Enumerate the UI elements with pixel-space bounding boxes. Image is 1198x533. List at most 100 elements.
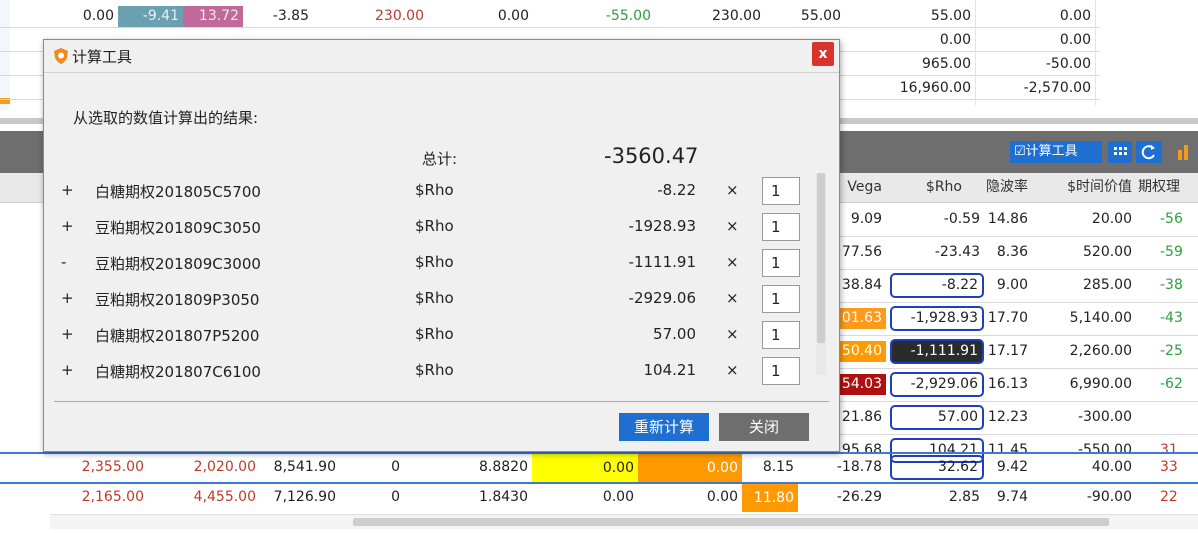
item-sign: - — [61, 253, 67, 271]
vega-cell: 9.09 — [850, 211, 882, 227]
iv-cell: 14.86 — [987, 211, 1028, 227]
iv-cell: 9.42 — [996, 459, 1028, 475]
th-cell: 22 — [1160, 489, 1178, 505]
table-row[interactable]: 54.03 -2,929.06 16.13 6,990.00 -62 — [838, 368, 1198, 401]
column-header-theoretical[interactable]: 期权理 — [1136, 173, 1198, 202]
list-scrollbar[interactable] — [816, 173, 826, 375]
top-cell: 13.72 — [183, 6, 243, 27]
tv-cell: 40.00 — [1091, 459, 1132, 475]
top-cell: -9.41 — [118, 6, 183, 27]
refresh-icon[interactable] — [1136, 141, 1162, 163]
item-name: 豆粕期权201809C3050 — [95, 219, 261, 237]
multiplier-input[interactable]: 1 — [762, 249, 800, 277]
rho-cell: 2.85 — [948, 489, 980, 505]
item-value: -2929.06 — [628, 289, 696, 307]
table-row[interactable]: 38.84 -8.22 9.00 285.00 -38 — [838, 269, 1198, 302]
iv-cell: 16.13 — [987, 376, 1028, 392]
top-cell: 16,960.00 — [899, 80, 971, 96]
item-value: 57.00 — [653, 325, 696, 343]
table-row[interactable]: 77.56 -23.43 8.36 520.00 -59 — [838, 236, 1198, 269]
cell: 2,165.00 — [81, 489, 144, 505]
item-field: $Rho — [415, 253, 454, 271]
vega-cell: -26.29 — [836, 489, 882, 505]
list-item: - 豆粕期权201809C3000 $Rho -1111.91 × 1 — [44, 245, 824, 281]
iv-cell: 8.36 — [996, 244, 1028, 260]
multiplier-input[interactable]: 1 — [762, 213, 800, 241]
dialog-titlebar[interactable]: 计算工具 x — [44, 40, 839, 73]
top-cell: 965.00 — [922, 56, 971, 72]
scrollbar-thumb[interactable] — [353, 518, 1109, 526]
dialog-title: 计算工具 — [72, 48, 133, 66]
item-name: 白糖期权201805C5700 — [95, 183, 261, 201]
multiplier-input[interactable]: 1 — [762, 321, 800, 349]
item-value: -1111.91 — [628, 253, 696, 271]
top-cell: -50.00 — [1045, 56, 1091, 72]
top-cell: 55.00 — [800, 8, 841, 24]
cell: 1.8430 — [479, 489, 528, 505]
list-item: + 豆粕期权201809C3050 $Rho -1928.93 × 1 — [44, 209, 824, 245]
column-header-implied-vol[interactable]: 隐波率 — [982, 173, 1032, 202]
table-row[interactable]: 9.09 -0.59 14.86 20.00 -56 — [838, 203, 1198, 236]
grid-icon[interactable] — [1108, 141, 1132, 163]
tv-cell: 285.00 — [1083, 277, 1132, 293]
app-shield-icon — [54, 48, 68, 64]
multiplier-input[interactable]: 1 — [762, 285, 800, 313]
top-cell: 55.00 — [930, 8, 971, 24]
left-gutter-stripe — [0, 0, 10, 110]
calc-tool-button[interactable]: ☑计算工具 — [1010, 141, 1102, 163]
tv-cell: 20.00 — [1091, 211, 1132, 227]
chart-icon[interactable] — [1172, 141, 1198, 163]
table-row[interactable]: 21.86 57.00 12.23 -300.00 — [838, 401, 1198, 434]
column-header-rho[interactable]: $Rho — [886, 173, 982, 202]
vega-cell: 38.84 — [841, 277, 882, 293]
horizontal-scrollbar[interactable] — [50, 514, 1198, 529]
calc-tool-label: 计算工具 — [1025, 144, 1078, 159]
rho-cell-selected-active: -1,111.91 — [890, 339, 984, 364]
times-symbol: × — [726, 181, 739, 199]
item-name: 豆粕期权201809P3050 — [95, 291, 260, 309]
multiplier-input[interactable]: 1 — [762, 357, 800, 385]
tv-cell: 6,990.00 — [1069, 376, 1132, 392]
cell: 2,020.00 — [193, 459, 256, 475]
column-header-vega[interactable]: Vega — [838, 173, 886, 202]
column-header-time-value[interactable]: $时间价值 — [1032, 173, 1136, 202]
item-sign: + — [61, 325, 74, 343]
rho-cell-selected: -2,929.06 — [890, 372, 984, 397]
cell: 0 — [391, 489, 400, 505]
multiplier-input[interactable]: 1 — [762, 177, 800, 205]
table-row[interactable]: 01.63 -1,928.93 17.70 5,140.00 -43 — [838, 302, 1198, 335]
item-value: 104.21 — [643, 361, 697, 379]
top-cell: 0.00 — [1059, 32, 1091, 48]
top-cell: 0.00 — [1059, 8, 1091, 24]
tv-cell: 5,140.00 — [1069, 310, 1132, 326]
total-value: -3560.47 — [604, 144, 699, 168]
top-cell: 230.00 — [375, 8, 424, 24]
rho-cell: -0.59 — [943, 211, 980, 227]
list-item: + 白糖期权201805C5700 $Rho -8.22 × 1 — [44, 173, 824, 209]
list-scrollbar-thumb[interactable] — [817, 173, 825, 343]
top-cell: 230.00 — [712, 8, 761, 24]
vega-cell: 01.63 — [838, 308, 886, 329]
recalculate-button[interactable]: 重新计算 — [619, 413, 709, 441]
th-cell: -59 — [1160, 244, 1183, 260]
times-symbol: × — [726, 325, 739, 343]
rho-cell-selected: -8.22 — [890, 273, 984, 298]
table-row[interactable]: 2,165.00 4,455.00 7,126.90 0 1.8430 0.00… — [0, 484, 1198, 512]
tv-cell: 520.00 — [1083, 244, 1132, 260]
vega-cell: 50.40 — [838, 341, 886, 362]
th-cell: -25 — [1160, 343, 1183, 359]
item-field: $Rho — [415, 325, 454, 343]
cell: 4,455.00 — [193, 489, 256, 505]
item-sign: + — [61, 361, 74, 379]
tv-cell: -90.00 — [1086, 489, 1132, 505]
table-row[interactable]: 2,355.00 2,020.00 8,541.90 0 8.8820 0.00… — [0, 454, 1198, 482]
close-button[interactable]: 关闭 — [719, 413, 809, 441]
vega-cell: 54.03 — [838, 374, 886, 395]
close-icon[interactable]: x — [812, 42, 834, 66]
list-item: + 白糖期权201807C6100 $Rho 104.21 × 1 — [44, 353, 824, 389]
total-label: 总计: — [422, 150, 458, 168]
cell: 8.8820 — [479, 459, 528, 475]
times-symbol: × — [726, 289, 739, 307]
table-row[interactable]: 50.40 -1,111.91 17.17 2,260.00 -25 — [838, 335, 1198, 368]
list-item: + 豆粕期权201809P3050 $Rho -2929.06 × 1 — [44, 281, 824, 317]
